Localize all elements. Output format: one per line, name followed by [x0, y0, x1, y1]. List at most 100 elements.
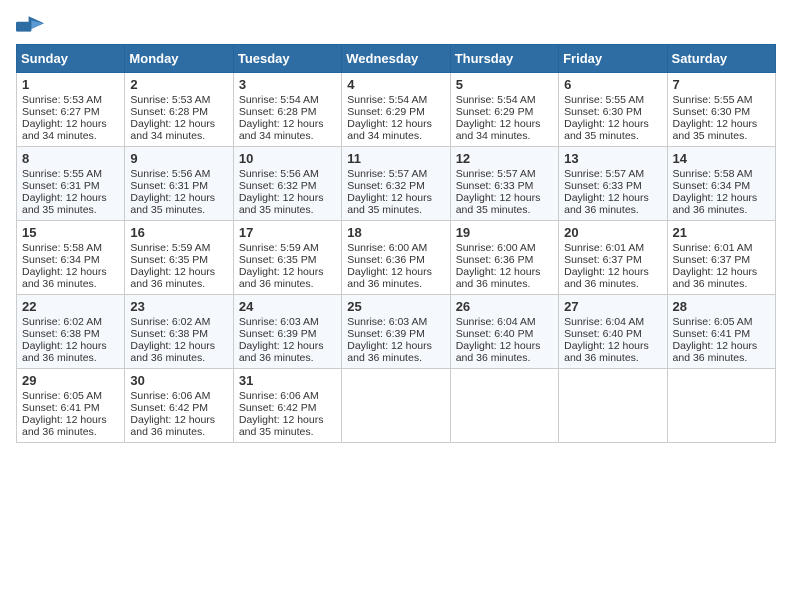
- daylight-label: Daylight: 12 hours and 35 minutes.: [130, 192, 215, 216]
- daylight-label: Daylight: 12 hours and 36 minutes.: [22, 340, 107, 364]
- day-number: 6: [564, 77, 661, 92]
- daylight-label: Daylight: 12 hours and 34 minutes.: [456, 118, 541, 142]
- sunrise-label: Sunrise: 6:01 AM: [564, 242, 644, 254]
- sunset-label: Sunset: 6:42 PM: [130, 402, 208, 414]
- calendar-week-row: 22 Sunrise: 6:02 AM Sunset: 6:38 PM Dayl…: [17, 295, 776, 369]
- sunset-label: Sunset: 6:30 PM: [673, 106, 751, 118]
- daylight-label: Daylight: 12 hours and 36 minutes.: [347, 340, 432, 364]
- daylight-label: Daylight: 12 hours and 35 minutes.: [22, 192, 107, 216]
- daylight-label: Daylight: 12 hours and 36 minutes.: [130, 340, 215, 364]
- day-number: 24: [239, 299, 336, 314]
- daylight-label: Daylight: 12 hours and 36 minutes.: [564, 340, 649, 364]
- sunrise-label: Sunrise: 5:59 AM: [239, 242, 319, 254]
- day-number: 14: [673, 151, 770, 166]
- day-number: 28: [673, 299, 770, 314]
- daylight-label: Daylight: 12 hours and 36 minutes.: [673, 192, 758, 216]
- daylight-label: Daylight: 12 hours and 36 minutes.: [130, 414, 215, 438]
- calendar-cell: 7 Sunrise: 5:55 AM Sunset: 6:30 PM Dayli…: [667, 73, 775, 147]
- calendar-week-row: 8 Sunrise: 5:55 AM Sunset: 6:31 PM Dayli…: [17, 147, 776, 221]
- daylight-label: Daylight: 12 hours and 35 minutes.: [239, 192, 324, 216]
- page-header: [16, 16, 776, 36]
- calendar-cell: 5 Sunrise: 5:54 AM Sunset: 6:29 PM Dayli…: [450, 73, 558, 147]
- daylight-label: Daylight: 12 hours and 35 minutes.: [673, 118, 758, 142]
- calendar-cell: 26 Sunrise: 6:04 AM Sunset: 6:40 PM Dayl…: [450, 295, 558, 369]
- sunrise-label: Sunrise: 5:57 AM: [564, 168, 644, 180]
- sunrise-label: Sunrise: 6:00 AM: [456, 242, 536, 254]
- daylight-label: Daylight: 12 hours and 36 minutes.: [673, 266, 758, 290]
- sunset-label: Sunset: 6:31 PM: [22, 180, 100, 192]
- sunrise-label: Sunrise: 6:03 AM: [239, 316, 319, 328]
- day-number: 25: [347, 299, 444, 314]
- calendar-cell: [450, 369, 558, 443]
- sunset-label: Sunset: 6:28 PM: [239, 106, 317, 118]
- sunrise-label: Sunrise: 5:55 AM: [673, 94, 753, 106]
- day-number: 15: [22, 225, 119, 240]
- day-number: 19: [456, 225, 553, 240]
- calendar-week-row: 1 Sunrise: 5:53 AM Sunset: 6:27 PM Dayli…: [17, 73, 776, 147]
- daylight-label: Daylight: 12 hours and 35 minutes.: [347, 192, 432, 216]
- sunset-label: Sunset: 6:42 PM: [239, 402, 317, 414]
- daylight-label: Daylight: 12 hours and 36 minutes.: [564, 192, 649, 216]
- calendar-cell: [559, 369, 667, 443]
- day-number: 9: [130, 151, 227, 166]
- sunrise-label: Sunrise: 6:02 AM: [22, 316, 102, 328]
- calendar-cell: 15 Sunrise: 5:58 AM Sunset: 6:34 PM Dayl…: [17, 221, 125, 295]
- day-number: 21: [673, 225, 770, 240]
- sunrise-label: Sunrise: 6:01 AM: [673, 242, 753, 254]
- calendar-cell: 28 Sunrise: 6:05 AM Sunset: 6:41 PM Dayl…: [667, 295, 775, 369]
- calendar-cell: 3 Sunrise: 5:54 AM Sunset: 6:28 PM Dayli…: [233, 73, 341, 147]
- day-number: 23: [130, 299, 227, 314]
- day-header-sunday: Sunday: [17, 45, 125, 73]
- calendar-header-row: SundayMondayTuesdayWednesdayThursdayFrid…: [17, 45, 776, 73]
- sunset-label: Sunset: 6:32 PM: [239, 180, 317, 192]
- calendar-cell: 10 Sunrise: 5:56 AM Sunset: 6:32 PM Dayl…: [233, 147, 341, 221]
- sunrise-label: Sunrise: 5:55 AM: [22, 168, 102, 180]
- calendar-cell: 23 Sunrise: 6:02 AM Sunset: 6:38 PM Dayl…: [125, 295, 233, 369]
- day-number: 10: [239, 151, 336, 166]
- calendar-cell: 17 Sunrise: 5:59 AM Sunset: 6:35 PM Dayl…: [233, 221, 341, 295]
- day-number: 30: [130, 373, 227, 388]
- sunset-label: Sunset: 6:38 PM: [130, 328, 208, 340]
- daylight-label: Daylight: 12 hours and 36 minutes.: [347, 266, 432, 290]
- day-number: 17: [239, 225, 336, 240]
- calendar-cell: 24 Sunrise: 6:03 AM Sunset: 6:39 PM Dayl…: [233, 295, 341, 369]
- daylight-label: Daylight: 12 hours and 35 minutes.: [456, 192, 541, 216]
- day-number: 7: [673, 77, 770, 92]
- day-number: 27: [564, 299, 661, 314]
- calendar-cell: [342, 369, 450, 443]
- day-number: 26: [456, 299, 553, 314]
- sunrise-label: Sunrise: 5:57 AM: [347, 168, 427, 180]
- day-number: 1: [22, 77, 119, 92]
- daylight-label: Daylight: 12 hours and 34 minutes.: [22, 118, 107, 142]
- calendar-cell: 4 Sunrise: 5:54 AM Sunset: 6:29 PM Dayli…: [342, 73, 450, 147]
- calendar-cell: 1 Sunrise: 5:53 AM Sunset: 6:27 PM Dayli…: [17, 73, 125, 147]
- sunrise-label: Sunrise: 6:05 AM: [22, 390, 102, 402]
- calendar-cell: 8 Sunrise: 5:55 AM Sunset: 6:31 PM Dayli…: [17, 147, 125, 221]
- sunset-label: Sunset: 6:41 PM: [22, 402, 100, 414]
- calendar-week-row: 29 Sunrise: 6:05 AM Sunset: 6:41 PM Dayl…: [17, 369, 776, 443]
- sunrise-label: Sunrise: 6:04 AM: [456, 316, 536, 328]
- daylight-label: Daylight: 12 hours and 36 minutes.: [239, 266, 324, 290]
- day-number: 29: [22, 373, 119, 388]
- sunset-label: Sunset: 6:41 PM: [673, 328, 751, 340]
- sunset-label: Sunset: 6:31 PM: [130, 180, 208, 192]
- sunset-label: Sunset: 6:33 PM: [456, 180, 534, 192]
- day-number: 16: [130, 225, 227, 240]
- calendar-cell: 19 Sunrise: 6:00 AM Sunset: 6:36 PM Dayl…: [450, 221, 558, 295]
- daylight-label: Daylight: 12 hours and 34 minutes.: [347, 118, 432, 142]
- day-number: 5: [456, 77, 553, 92]
- sunset-label: Sunset: 6:29 PM: [347, 106, 425, 118]
- sunset-label: Sunset: 6:32 PM: [347, 180, 425, 192]
- sunset-label: Sunset: 6:29 PM: [456, 106, 534, 118]
- sunset-label: Sunset: 6:35 PM: [130, 254, 208, 266]
- calendar-cell: 9 Sunrise: 5:56 AM Sunset: 6:31 PM Dayli…: [125, 147, 233, 221]
- day-number: 18: [347, 225, 444, 240]
- calendar-cell: 31 Sunrise: 6:06 AM Sunset: 6:42 PM Dayl…: [233, 369, 341, 443]
- calendar-cell: 29 Sunrise: 6:05 AM Sunset: 6:41 PM Dayl…: [17, 369, 125, 443]
- day-number: 2: [130, 77, 227, 92]
- calendar-table: SundayMondayTuesdayWednesdayThursdayFrid…: [16, 44, 776, 443]
- sunset-label: Sunset: 6:40 PM: [456, 328, 534, 340]
- sunrise-label: Sunrise: 6:06 AM: [130, 390, 210, 402]
- day-number: 4: [347, 77, 444, 92]
- sunset-label: Sunset: 6:37 PM: [673, 254, 751, 266]
